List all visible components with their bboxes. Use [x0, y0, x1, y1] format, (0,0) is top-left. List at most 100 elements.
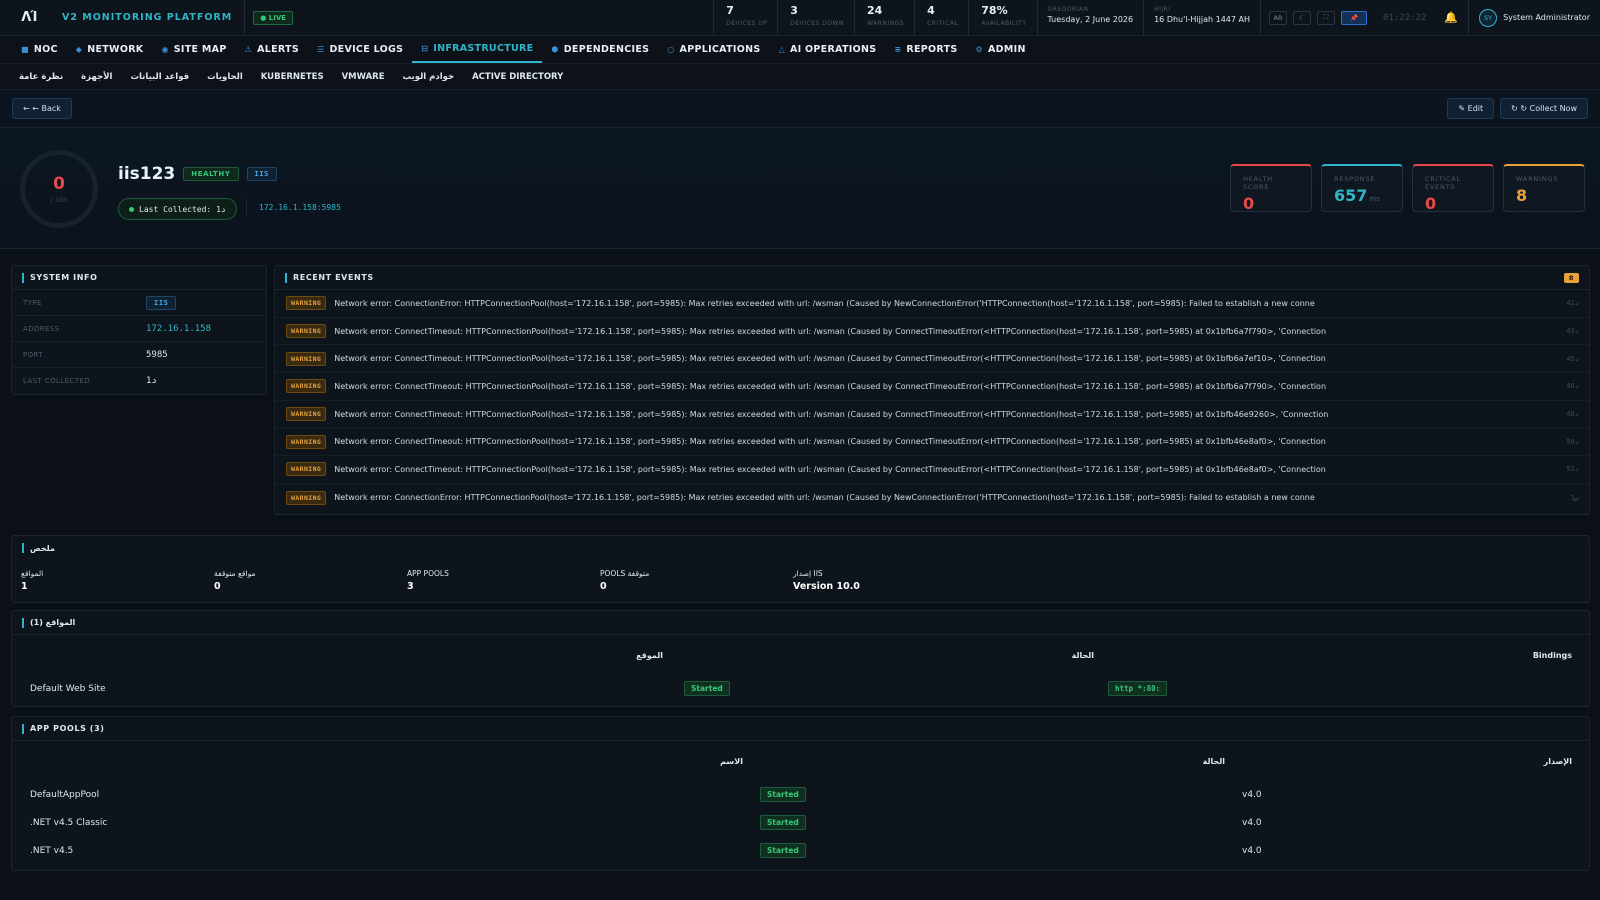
summary-stopped-sites: مواقع متوقفة 0: [214, 569, 256, 592]
summary-app-pools: APP POOLS 3: [407, 569, 449, 592]
summary-sites: المواقع 1: [21, 569, 44, 592]
event-message: Network error: ConnectTimeout: HTTPConne…: [334, 437, 1326, 447]
edit-button[interactable]: ✎ Edit: [1447, 98, 1495, 119]
stat-devices-up[interactable]: 7 DEVICES UP: [713, 0, 777, 36]
subnav-vmware[interactable]: VMWARE: [333, 72, 394, 82]
bell-icon[interactable]: 🔔: [1434, 0, 1468, 36]
subnav-web-servers[interactable]: خوادم الويب: [394, 72, 464, 82]
fullscreen-icon[interactable]: ⛶: [1317, 10, 1336, 25]
stat-warnings[interactable]: 24 WARNINGS: [853, 0, 914, 36]
subnav-containers[interactable]: الحاويات: [198, 72, 252, 82]
event-row[interactable]: WARNING Network error: ConnectTimeout: HT…: [275, 373, 1589, 401]
sub-nav: نظرة عامة الأجهزة قواعد البيانات الحاويا…: [0, 64, 1600, 90]
language-toggle-button[interactable]: AR: [1269, 10, 1288, 25]
event-age: 48د: [1566, 410, 1579, 419]
subnav-databases[interactable]: قواعد البيانات: [121, 72, 198, 82]
nav-admin[interactable]: ⚙ ADMIN: [967, 36, 1035, 63]
warning-badge: WARNING: [286, 324, 327, 339]
stat-availability[interactable]: 78% AVAILABILITY: [968, 0, 1036, 36]
back-button[interactable]: ← ← Back: [12, 98, 72, 119]
health-score-value: 0: [53, 174, 65, 194]
pin-icon[interactable]: 📌: [1341, 10, 1368, 25]
event-row[interactable]: WARNING Network error: ConnectTimeout: HT…: [275, 401, 1589, 429]
warning-badge: WARNING: [286, 490, 327, 505]
hijri-date: HIJRI 16 Dhu'l-Hijjah 1447 AH: [1143, 0, 1260, 36]
summary-panel: ملخص المواقع 1 مواقع متوقفة 0 APP POOLS 3 P…: [11, 535, 1590, 603]
nav-reports[interactable]: ≡ REPORTS: [885, 36, 966, 63]
sites-table-header: الموقع الحالة Bindings: [636, 650, 1572, 660]
app-pools-title: APP POOLS (3): [12, 717, 1589, 741]
summary-iis-version: إصدار IIS Version 10.0: [793, 569, 860, 592]
nav-site-map[interactable]: ◉ SITE MAP: [152, 36, 235, 63]
subnav-devices[interactable]: الأجهزة: [72, 72, 121, 82]
nav-applications[interactable]: ○ APPLICATIONS: [658, 36, 769, 63]
top-bar: ΛΊ V2 MONITORING PLATFORM ● LIVE 7 DEVICE…: [0, 0, 1600, 36]
event-row[interactable]: WARNING Network error: ConnectTimeout: HT…: [275, 318, 1589, 346]
event-message: Network error: ConnectTimeout: HTTPConne…: [334, 409, 1329, 419]
event-row[interactable]: WARNING Network error: ConnectionError: H…: [275, 290, 1589, 318]
warning-badge: WARNING: [286, 296, 327, 311]
app-logo[interactable]: ΛΊ: [0, 10, 58, 25]
clock: 01:22:22: [1383, 12, 1427, 23]
nav-alerts[interactable]: ⚠ ALERTS: [236, 36, 308, 63]
device-header: 0 / 100 iis123 HEALTHY IIS Last Collecte…: [0, 128, 1600, 249]
nav-ai-operations[interactable]: △ AI OPERATIONS: [769, 36, 885, 63]
warning-badge: WARNING: [286, 407, 327, 422]
event-age: 43د: [1566, 327, 1579, 336]
event-row[interactable]: WARNING Network error: ConnectTimeout: HT…: [275, 428, 1589, 457]
gregorian-date: GREGORIAN Tuesday, 2 June 2026: [1036, 0, 1144, 36]
system-info-title: SYSTEM INFO: [12, 266, 266, 290]
subnav-active-directory[interactable]: ACTIVE DIRECTORY: [463, 72, 572, 82]
warning-badge: WARNING: [286, 351, 327, 366]
kpi-critical-events: CRITICAL EVENTS 0: [1412, 164, 1494, 213]
nav-noc[interactable]: ■ NOC: [12, 36, 67, 63]
sites-title: المواقع (1): [12, 611, 1589, 635]
event-age: 52د: [1566, 465, 1579, 474]
type-badge: IIS: [246, 167, 277, 181]
report-icon: ≡: [894, 45, 902, 54]
address-link[interactable]: 172.16.1.158: [146, 324, 211, 334]
theme-toggle-icon[interactable]: ☾: [1293, 10, 1312, 25]
app-pools-panel: APP POOLS (3) الاسم الحالة الإصدار Defau…: [11, 716, 1590, 871]
binding-badge: http *:80:: [1108, 681, 1168, 696]
sites-panel: المواقع (1) الموقع الحالة Bindings Defau…: [11, 610, 1590, 707]
subnav-overview[interactable]: نظرة عامة: [10, 72, 72, 82]
stat-critical[interactable]: 4 CRITICAL: [914, 0, 968, 36]
toolbar: AR ☾ ⛶ 📌: [1260, 0, 1375, 36]
event-row[interactable]: WARNING Network error: ConnectTimeout: HT…: [275, 456, 1589, 484]
kpi-health-score: HEALTH SCORE 0: [1230, 164, 1312, 213]
collect-now-button[interactable]: ↻ ↻ Collect Now: [1500, 98, 1588, 119]
table-row[interactable]: Default Web Site Started http *:80:: [12, 675, 1589, 703]
kpi-response: RESPONSE 657 ms: [1321, 164, 1403, 212]
list-icon: ☰: [316, 45, 325, 54]
event-row[interactable]: WARNING Network error: ConnectionError: H…: [275, 484, 1589, 512]
events-list: WARNING Network error: ConnectionError: H…: [275, 290, 1589, 512]
user-name: System Administrator: [1503, 13, 1590, 22]
warning-badge: WARNING: [286, 462, 327, 477]
table-row[interactable]: .NET v4.5 Started v4.0: [12, 837, 1589, 865]
warning-badge: WARNING: [286, 434, 327, 449]
nav-infrastructure[interactable]: ⊟ INFRASTRUCTURE: [412, 36, 543, 63]
nav-dependencies[interactable]: ⬢ DEPENDENCIES: [542, 36, 658, 63]
system-info-panel: SYSTEM INFO TYPE IIS ADDRESS 172.16.1.158 …: [11, 265, 267, 395]
health-score-max: / 100: [50, 196, 68, 204]
nav-device-logs[interactable]: ☰ DEVICE LOGS: [308, 36, 412, 63]
gear-icon: ⚙: [975, 45, 984, 54]
table-row[interactable]: .NET v4.5 Classic Started v4.0: [12, 809, 1589, 837]
summary-cells: المواقع 1 مواقع متوقفة 0 APP POOLS 3 POOLS …: [12, 560, 1589, 592]
location-icon: ◉: [161, 45, 169, 54]
alert-icon: ⚠: [244, 45, 253, 54]
table-row[interactable]: DefaultAppPool Started v4.0: [12, 781, 1589, 809]
device-address[interactable]: 172.16.1.158:5985: [246, 199, 341, 216]
info-row-last-collected: LAST COLLECTED 1د: [23, 376, 157, 386]
subnav-kubernetes[interactable]: KUBERNETES: [252, 72, 333, 82]
event-age: 45د: [1566, 354, 1579, 363]
user-menu[interactable]: SY System Administrator: [1468, 0, 1600, 36]
nav-network[interactable]: ◆ NETWORK: [67, 36, 153, 63]
action-bar: ← ← Back ✎ Edit ↻ ↻ Collect Now: [0, 90, 1600, 128]
stat-devices-down[interactable]: 3 DEVICES DOWN: [777, 0, 854, 36]
event-row[interactable]: WARNING Network error: ConnectTimeout: HT…: [275, 345, 1589, 374]
last-collected-pill: Last Collected: 1د: [118, 198, 237, 220]
recent-events-panel: RECENT EVENTS 8 WARNING Network error: Con…: [274, 265, 1590, 515]
status-badge: Started: [760, 843, 806, 858]
